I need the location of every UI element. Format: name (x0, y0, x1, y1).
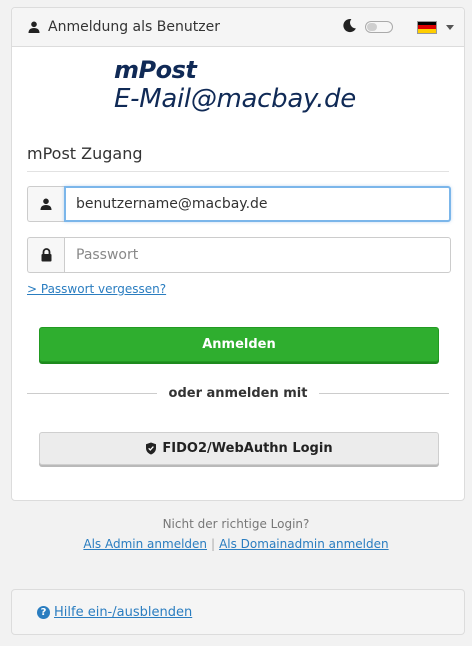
username-input[interactable] (64, 186, 451, 222)
logo-line-1: mPost (114, 56, 197, 84)
chevron-down-icon[interactable] (446, 24, 454, 30)
user-icon (28, 18, 40, 37)
help-panel: ? Hilfe ein-/ausblenden (11, 589, 465, 635)
lock-icon (27, 237, 64, 273)
link-separator: | (211, 537, 216, 551)
help-toggle-link[interactable]: Hilfe ein-/ausblenden (54, 605, 192, 620)
or-login-with-text: oder anmelden mit (168, 386, 308, 401)
admin-login-link[interactable]: Als Admin anmelden (83, 537, 207, 551)
fido-login-label: FIDO2/WebAuthn Login (162, 441, 333, 456)
forgot-password-link[interactable]: > Passwort vergessen? (27, 282, 166, 296)
logo-line-2: E-Mail@macbay.de (114, 84, 356, 114)
or-divider: oder anmelden mit (27, 386, 449, 401)
wrong-login-text: Nicht der richtige Login? (162, 517, 310, 531)
user-icon (27, 186, 64, 222)
panel-title: Anmeldung als Benutzer (48, 19, 220, 35)
password-input[interactable] (64, 237, 451, 273)
divider-line-right (319, 393, 449, 394)
mpost-logo: mPost E-Mail@macbay.de (114, 58, 356, 112)
login-button[interactable]: Anmelden (39, 327, 439, 362)
help-icon[interactable]: ? (37, 605, 50, 619)
password-row (27, 237, 451, 273)
fido-login-button[interactable]: FIDO2/WebAuthn Login (39, 432, 439, 465)
shield-icon (146, 442, 157, 455)
login-panel: Anmeldung als Benutzer mPost E-Mail@macb… (11, 7, 465, 501)
username-row (27, 186, 451, 222)
moon-icon[interactable] (342, 18, 357, 37)
divider-line (27, 171, 449, 172)
admin-links: Als Admin anmelden | Als Domainadmin anmel… (0, 537, 472, 551)
toggle-knob (367, 23, 377, 31)
panel-header: Anmeldung als Benutzer (12, 8, 464, 47)
divider-line-left (27, 393, 157, 394)
germany-flag-icon[interactable] (417, 20, 437, 34)
section-title: mPost Zugang (27, 144, 143, 163)
dark-mode-toggle[interactable] (365, 21, 393, 33)
domain-admin-login-link[interactable]: Als Domainadmin anmelden (219, 537, 389, 551)
